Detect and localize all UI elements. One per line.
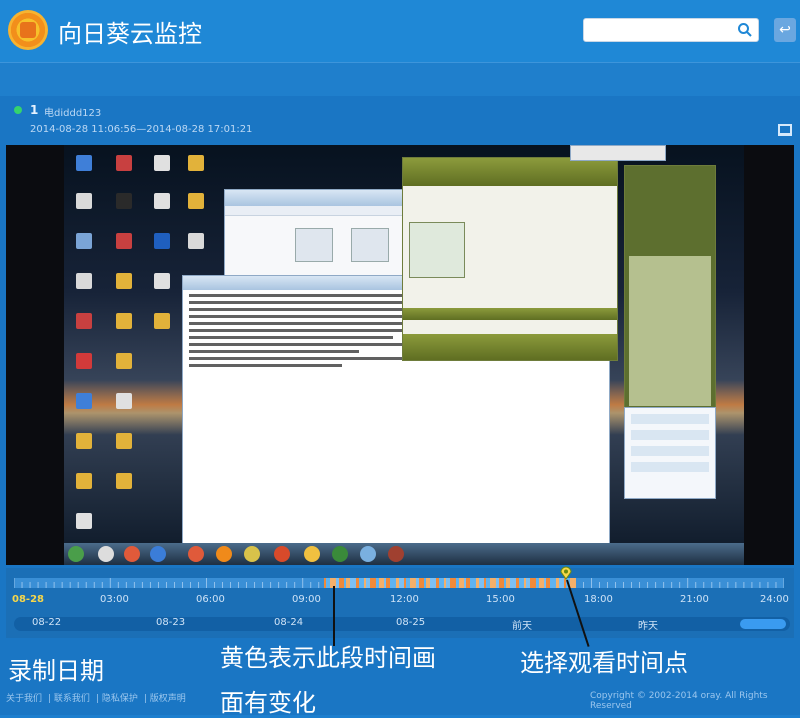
subheader-bar bbox=[0, 62, 800, 96]
timeline-label: 15:00 bbox=[486, 594, 515, 605]
time-marker-icon[interactable] bbox=[560, 566, 572, 580]
annotation-pointer bbox=[333, 586, 335, 646]
annotation-yellow-line2: 面有变化 bbox=[220, 689, 316, 717]
date-item[interactable]: 08-24 bbox=[274, 617, 303, 628]
timeline-label: 06:00 bbox=[196, 594, 225, 605]
footer-link-about[interactable]: 关于我们 bbox=[6, 694, 42, 704]
search-input[interactable] bbox=[583, 18, 759, 42]
device-number: 1 bbox=[30, 103, 39, 117]
annotation-yellow-line1: 黄色表示此段时间画 bbox=[220, 644, 436, 672]
timeline-label: 08-28 bbox=[12, 594, 44, 605]
annotation-record-date: 录制日期 bbox=[8, 657, 104, 685]
date-scroll-thumb[interactable] bbox=[740, 619, 786, 629]
copyright-text: Copyright © 2002-2014 oray. All Rights R… bbox=[590, 691, 768, 711]
footer-link-copyright[interactable]: 版权声明 bbox=[150, 694, 186, 704]
timeline-label: 24:00 bbox=[760, 594, 789, 605]
timeline-label: 21:00 bbox=[680, 594, 709, 605]
sunflower-logo-icon bbox=[8, 10, 48, 50]
date-item[interactable]: 前天 bbox=[512, 617, 532, 632]
timeline-label: 18:00 bbox=[584, 594, 613, 605]
remote-taskbar bbox=[64, 543, 744, 565]
date-item[interactable]: 昨天 bbox=[638, 617, 658, 632]
monitor-icon[interactable] bbox=[778, 124, 792, 136]
search-icon[interactable] bbox=[737, 22, 753, 38]
footer-links: 关于我们 | 联系我们 | 隐私保护 | 版权声明 bbox=[6, 694, 186, 704]
back-button[interactable]: ↩ bbox=[774, 18, 796, 42]
footer-link-contact[interactable]: 联系我们 bbox=[54, 694, 90, 704]
device-name[interactable]: 电diddd123 bbox=[44, 104, 101, 119]
app-title: 向日葵云监控 bbox=[58, 20, 202, 48]
timeline-label: 12:00 bbox=[390, 594, 419, 605]
timeline-label: 09:00 bbox=[292, 594, 321, 605]
recorded-screen-view bbox=[6, 145, 794, 565]
date-item[interactable]: 08-22 bbox=[32, 617, 61, 628]
annotation-select-time: 选择观看时间点 bbox=[520, 649, 688, 677]
date-item[interactable]: 08-23 bbox=[156, 617, 185, 628]
online-status-icon bbox=[14, 106, 22, 114]
header: 向日葵云监控 ↩ bbox=[0, 0, 800, 62]
footer-link-privacy[interactable]: 隐私保护 bbox=[102, 694, 138, 704]
timeline-label: 03:00 bbox=[100, 594, 129, 605]
recording-range: 2014-08-28 11:06:56—2014-08-28 17:01:21 bbox=[30, 124, 253, 135]
date-item[interactable]: 08-25 bbox=[396, 617, 425, 628]
remote-desktop-image bbox=[64, 145, 744, 565]
